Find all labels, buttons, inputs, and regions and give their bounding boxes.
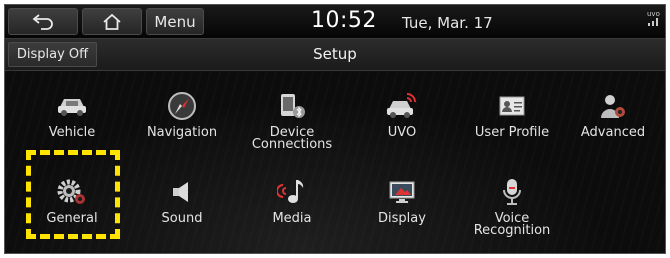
setting-label: Display xyxy=(378,211,426,226)
microphone-icon xyxy=(503,179,521,205)
date-label: Tue, Mar. 17 xyxy=(402,14,493,32)
setting-device-connections[interactable]: Device Connections xyxy=(240,79,344,163)
title-bar: Display Off Setup xyxy=(5,38,665,71)
setting-sound[interactable]: Sound xyxy=(130,165,234,249)
setting-media[interactable]: Media xyxy=(240,165,344,249)
setting-label: Device Connections xyxy=(251,125,333,152)
setting-label: User Profile xyxy=(474,125,550,140)
clock-time: 10:52 xyxy=(311,8,377,33)
setting-voice-recognition[interactable]: Voice Recognition xyxy=(460,165,564,249)
setting-label: Media xyxy=(272,211,312,226)
home-button[interactable] xyxy=(82,8,142,35)
back-arrow-icon xyxy=(32,13,53,30)
setting-label: UVO xyxy=(387,125,417,140)
signal-indicator: uvo xyxy=(647,11,665,28)
setting-label: Advanced xyxy=(580,125,646,140)
setting-navigation[interactable]: Navigation xyxy=(130,79,234,163)
signal-icon xyxy=(648,18,658,26)
setting-label: Vehicle xyxy=(48,125,96,140)
signal-label: uvo xyxy=(647,10,660,18)
setting-uvo[interactable]: UVO xyxy=(350,79,454,163)
page-title: Setup xyxy=(313,45,357,63)
car-icon xyxy=(58,99,86,116)
music-note-icon xyxy=(277,180,304,203)
setting-user-profile[interactable]: User Profile xyxy=(460,79,564,163)
monitor-icon xyxy=(389,181,415,203)
setting-label: Sound xyxy=(161,211,203,226)
display-off-button[interactable]: Display Off xyxy=(8,42,97,67)
status-bar: Menu 10:52 Tue, Mar. 17 uvo xyxy=(5,5,665,38)
car-signal-icon xyxy=(387,93,416,118)
back-button[interactable] xyxy=(8,8,78,35)
person-gear-icon xyxy=(601,95,625,118)
setting-label: Voice Recognition xyxy=(473,211,551,238)
home-icon xyxy=(103,13,121,30)
profile-card-icon xyxy=(499,96,525,116)
phone-bluetooth-icon xyxy=(281,94,305,118)
setting-advanced[interactable]: Advanced xyxy=(561,79,665,163)
highlight-box xyxy=(26,150,120,239)
menu-button[interactable]: Menu xyxy=(146,8,204,35)
setting-display[interactable]: Display xyxy=(350,165,454,249)
speaker-icon xyxy=(173,182,188,202)
setting-label: Navigation xyxy=(146,125,218,140)
compass-icon xyxy=(168,92,196,120)
